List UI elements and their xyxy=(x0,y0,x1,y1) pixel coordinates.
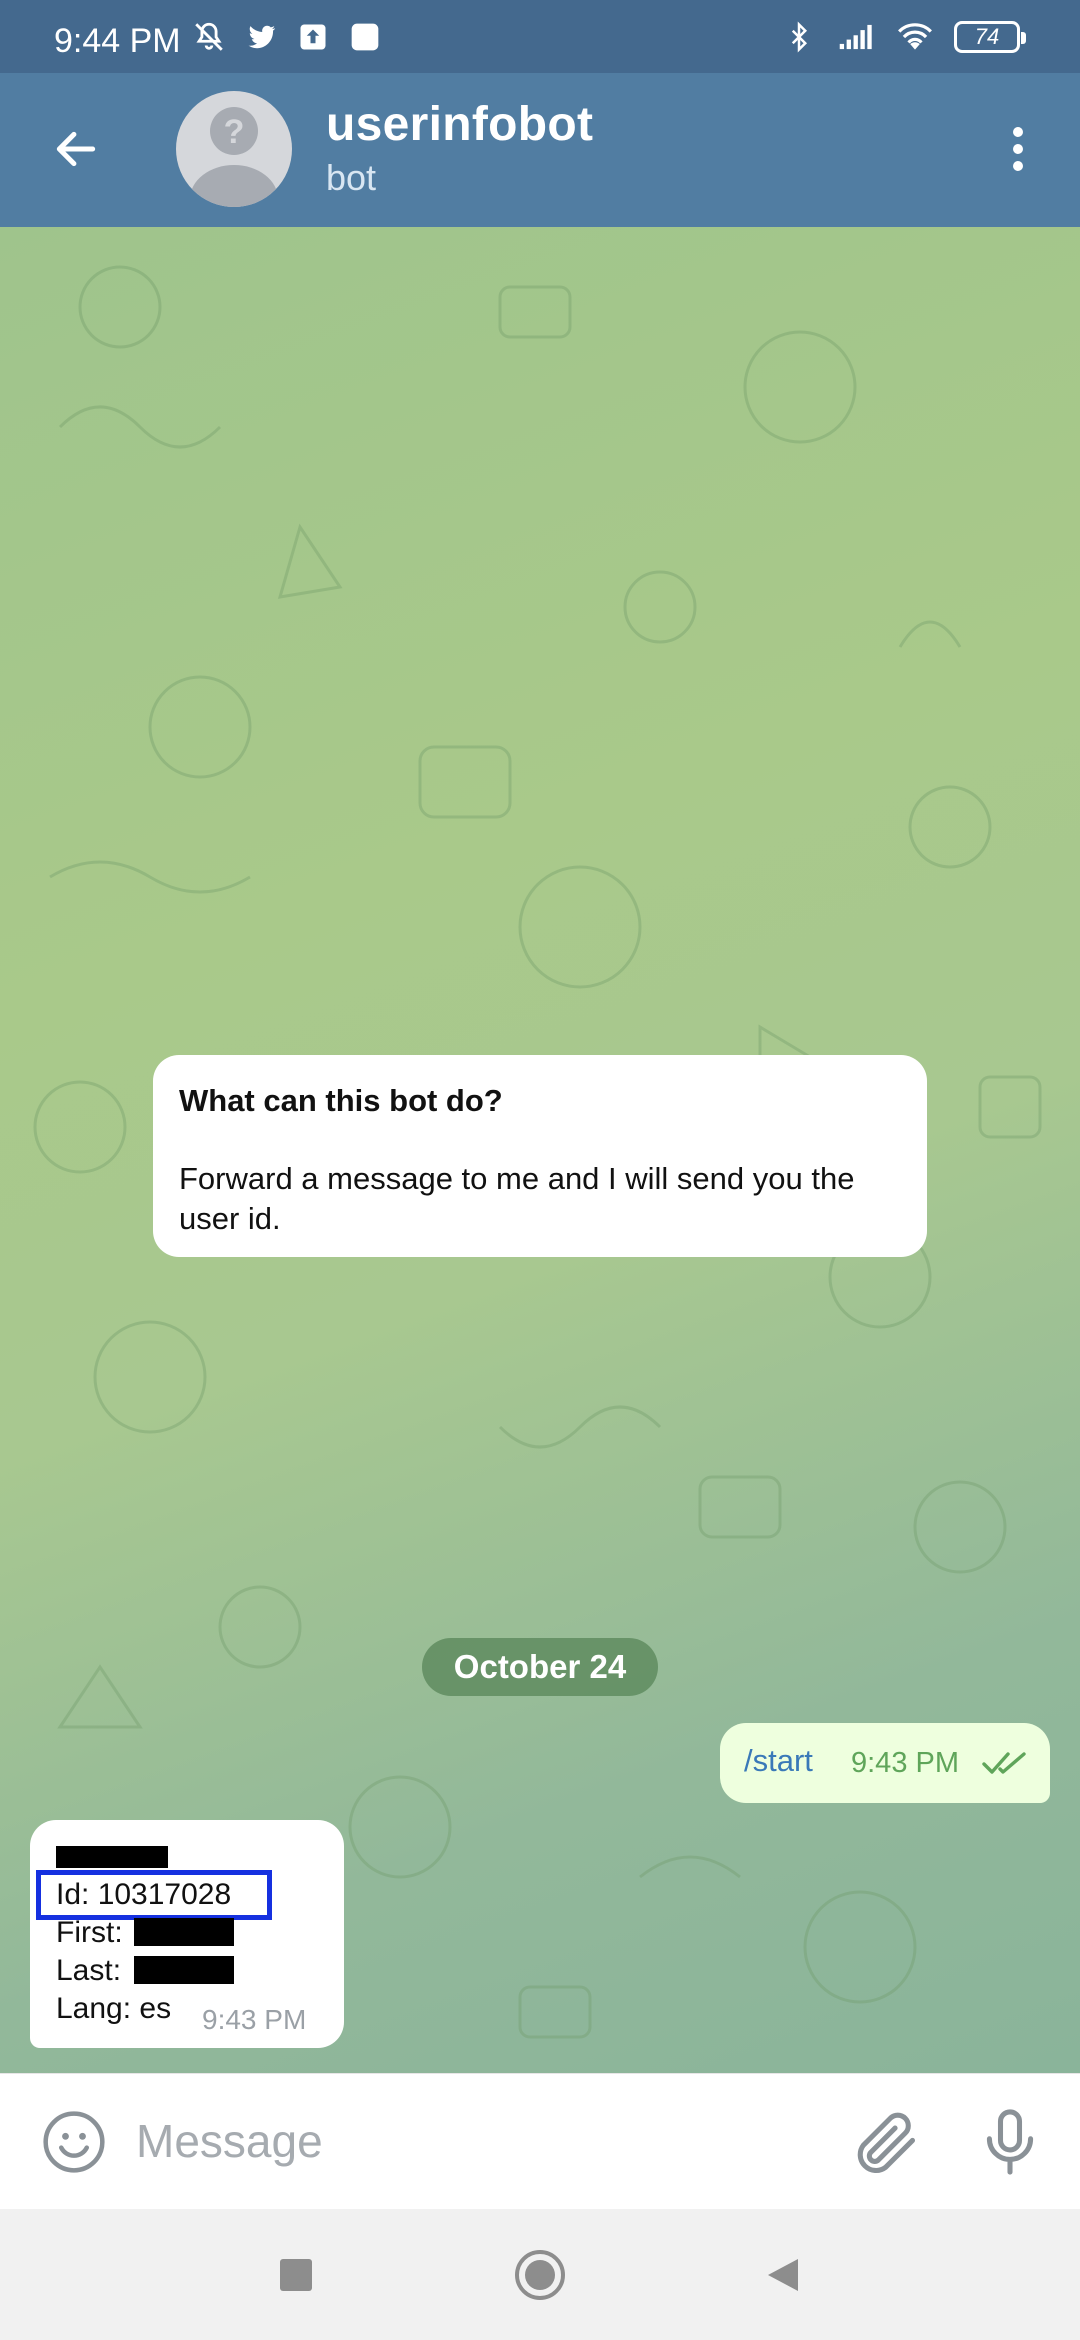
status-bar: 9:44 PM 74 xyxy=(0,0,1080,73)
incoming-message[interactable]: Id: 10317028 First: Last: Lang: es 9:43 … xyxy=(30,1820,344,2048)
message-input[interactable] xyxy=(136,2106,836,2176)
outgoing-time: 9:43 PM xyxy=(851,1747,959,1779)
redacted-name xyxy=(56,1846,168,1868)
mic-icon[interactable] xyxy=(972,2104,1048,2180)
system-nav-bar xyxy=(0,2209,1080,2340)
bot-intro-body: Forward a message to me and I will send … xyxy=(179,1161,855,1236)
user-id-line: Id: 10317028 xyxy=(56,1878,232,1911)
bluetooth-icon xyxy=(780,18,818,56)
bot-intro-title: What can this bot do? xyxy=(179,1083,503,1118)
status-time: 9:44 PM xyxy=(54,22,181,60)
incoming-time: 9:43 PM xyxy=(202,2004,307,2035)
svg-text:?: ? xyxy=(224,113,245,151)
app-icon xyxy=(346,18,384,56)
chat-title[interactable]: userinfobot xyxy=(326,97,593,152)
redacted-first-name xyxy=(134,1918,234,1946)
attach-icon[interactable] xyxy=(846,2104,922,2180)
battery-level: 74 xyxy=(974,24,1000,49)
first-name-label: First: xyxy=(56,1916,123,1949)
date-separator: October 24 xyxy=(422,1638,658,1696)
avatar-placeholder-icon: ? xyxy=(190,107,278,207)
redacted-last-name xyxy=(134,1956,234,1984)
chat-header: ? userinfobot bot xyxy=(0,73,1080,227)
avatar[interactable]: ? xyxy=(176,91,292,207)
mute-icon xyxy=(190,18,228,56)
bot-intro-bubble: What can this bot do? Forward a message … xyxy=(153,1055,927,1257)
home-circle-icon[interactable] xyxy=(512,2247,568,2303)
lang-line: Lang: es xyxy=(56,1992,172,2025)
upload-icon xyxy=(294,18,332,56)
signal-icon xyxy=(838,18,876,56)
chat-subtitle: bot xyxy=(326,157,377,198)
back-triangle-icon[interactable] xyxy=(754,2247,810,2303)
twitter-icon xyxy=(242,18,280,56)
chat-area[interactable]: What can this bot do? Forward a message … xyxy=(0,227,1080,2073)
outgoing-message[interactable]: /start 9:43 PM xyxy=(720,1723,1050,1803)
emoji-icon[interactable] xyxy=(40,2108,108,2176)
message-composer xyxy=(0,2073,1080,2209)
more-vertical-icon[interactable] xyxy=(986,117,1050,181)
back-arrow-icon[interactable] xyxy=(44,117,108,181)
double-check-icon xyxy=(982,1749,1028,1782)
wifi-icon xyxy=(896,18,934,56)
recents-square-icon[interactable] xyxy=(268,2247,324,2303)
last-name-label: Last: xyxy=(56,1954,122,1987)
battery-icon: 74 xyxy=(954,21,1026,53)
outgoing-command-link[interactable]: /start xyxy=(744,1743,813,1779)
